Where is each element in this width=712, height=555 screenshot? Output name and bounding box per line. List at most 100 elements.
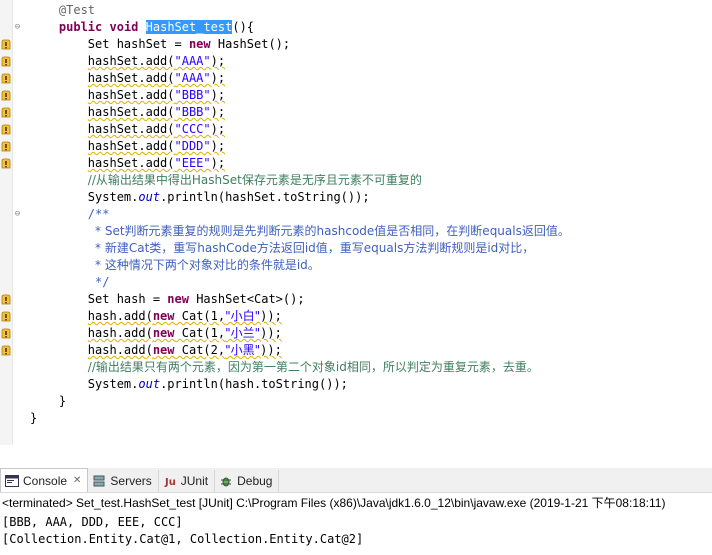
- code-line[interactable]: */: [30, 274, 109, 291]
- code-line[interactable]: hashSet.add("EEE");: [30, 155, 225, 172]
- code-line[interactable]: }: [30, 393, 66, 410]
- code-line[interactable]: System.out.println(hash.toString());: [30, 376, 348, 393]
- code-token: );: [210, 139, 226, 153]
- close-icon[interactable]: ✕: [73, 475, 81, 486]
- debug-icon: [219, 474, 233, 488]
- code-line[interactable]: Set hashSet = new HashSet();: [30, 36, 290, 53]
- code-line[interactable]: //输出结果只有两个元素，因为第一第二个对象id相同，所以判定为重复元素，去重。: [30, 359, 539, 376]
- code-token: ));: [260, 343, 282, 357]
- code-line[interactable]: Set hash = new HashSet<Cat>();: [30, 291, 305, 308]
- code-token: hashSet.add(: [87, 122, 175, 136]
- code-token: /**: [87, 207, 110, 221]
- console-output-line[interactable]: [BBB, AAA, DDD, EEE, CCC]: [2, 514, 183, 531]
- svg-text:Ju: Ju: [164, 477, 176, 487]
- code-line[interactable]: public void HashSet_test(){: [30, 19, 254, 36]
- code-token: //从输出结果中得出HashSet保存元素是无序且元素不可重复的: [87, 173, 422, 187]
- tab-label: JUnit: [180, 474, 209, 488]
- code-line[interactable]: hash.add(new Cat(1,"小白"));: [30, 308, 282, 325]
- warning-icon[interactable]: [1, 90, 11, 101]
- warning-icon[interactable]: [1, 311, 11, 322]
- code-token: public: [58, 20, 103, 34]
- code-token: "BBB": [174, 105, 211, 119]
- code-line[interactable]: hashSet.add("CCC");: [30, 121, 225, 138]
- code-token: hashSet.add(: [87, 105, 175, 119]
- code-token: hashSet.add(: [87, 156, 175, 170]
- tab-servers[interactable]: Servers: [88, 470, 159, 492]
- code-line[interactable]: * 这种情况下两个对象对比的条件就是id。: [30, 257, 320, 274]
- tab-label: Servers: [110, 474, 152, 488]
- warning-icon[interactable]: [1, 124, 11, 135]
- warning-icon[interactable]: [1, 56, 11, 67]
- code-line[interactable]: * Set判断元素重复的规则是先判断元素的hashcode值是否相同，在判断eq…: [30, 223, 570, 240]
- code-token: );: [210, 122, 226, 136]
- code-line[interactable]: @Test: [30, 2, 95, 19]
- warning-icon[interactable]: [1, 328, 11, 339]
- code-token: );: [210, 88, 226, 102]
- code-token: */: [95, 275, 110, 289]
- code-token: (){: [232, 20, 255, 34]
- code-line[interactable]: hashSet.add("DDD");: [30, 138, 225, 155]
- code-line[interactable]: hashSet.add("AAA");: [30, 53, 225, 70]
- servers-icon: [92, 474, 106, 488]
- warning-icon[interactable]: [1, 73, 11, 84]
- code-token: out: [138, 190, 161, 204]
- code-token: "小黑": [225, 343, 261, 357]
- code-token: "小白": [225, 309, 261, 323]
- code-line[interactable]: hash.add(new Cat(1,"小兰"));: [30, 325, 282, 342]
- code-line[interactable]: System.out.println(hashSet.toString());: [30, 189, 370, 206]
- code-token: );: [210, 105, 226, 119]
- console-output-line[interactable]: [Collection.Entity.Cat@1, Collection.Ent…: [2, 531, 363, 548]
- warning-icon[interactable]: [1, 158, 11, 169]
- fold-toggle-icon[interactable]: ⊖: [13, 23, 22, 32]
- code-token: void: [109, 20, 139, 34]
- code-line[interactable]: hash.add(new Cat(2,"小黑"));: [30, 342, 282, 359]
- code-token: Set hashSet =: [87, 37, 189, 51]
- warning-icon[interactable]: [1, 141, 11, 152]
- warning-icon[interactable]: [1, 345, 11, 356]
- warning-icon[interactable]: [1, 39, 11, 50]
- tab-junit[interactable]: Ju JUnit: [159, 470, 216, 492]
- code-token: new: [188, 37, 211, 51]
- code-token: * 新建Cat类，重写hashCode方法返回id值，重写equals方法判断规…: [95, 241, 535, 255]
- code-token: HashSet_test: [145, 20, 233, 34]
- code-line[interactable]: hashSet.add("AAA");: [30, 70, 225, 87]
- code-editor[interactable]: @Test public void HashSet_test(){ Set ha…: [0, 0, 712, 445]
- code-token: Set hash =: [87, 292, 168, 306]
- warning-icon[interactable]: [1, 294, 11, 305]
- code-line[interactable]: hashSet.add("BBB");: [30, 87, 225, 104]
- view-tab-bar: Console ✕ Servers Ju JUnit Debug: [0, 468, 712, 493]
- code-line[interactable]: /**: [30, 206, 110, 223]
- code-token: //输出结果只有两个元素，因为第一第二个对象id相同，所以判定为重复元素，去重。: [87, 360, 539, 374]
- code-token: hashSet.add(: [87, 139, 175, 153]
- code-token: new: [152, 309, 175, 323]
- code-token: * Set判断元素重复的规则是先判断元素的hashcode值是否相同，在判断eq…: [95, 224, 570, 238]
- tab-label: Console: [23, 473, 68, 488]
- code-token: ));: [260, 309, 282, 323]
- code-token: }: [30, 411, 38, 425]
- tab-debug[interactable]: Debug: [215, 470, 280, 492]
- fold-toggle-icon[interactable]: ⊖: [13, 210, 22, 219]
- code-line[interactable]: }: [30, 410, 37, 427]
- warning-icon[interactable]: [1, 107, 11, 118]
- console-status-line: <terminated> Set_test.HashSet_test [JUni…: [2, 496, 666, 510]
- code-line[interactable]: hashSet.add("BBB");: [30, 104, 225, 121]
- console-icon: [5, 474, 19, 488]
- code-line[interactable]: //从输出结果中得出HashSet保存元素是无序且元素不可重复的: [30, 172, 422, 189]
- code-line[interactable]: * 新建Cat类，重写hashCode方法返回id值，重写equals方法判断规…: [30, 240, 534, 257]
- tab-console[interactable]: Console ✕: [0, 468, 89, 492]
- code-token: Cat(1,: [174, 326, 226, 340]
- code-token: new: [152, 343, 175, 357]
